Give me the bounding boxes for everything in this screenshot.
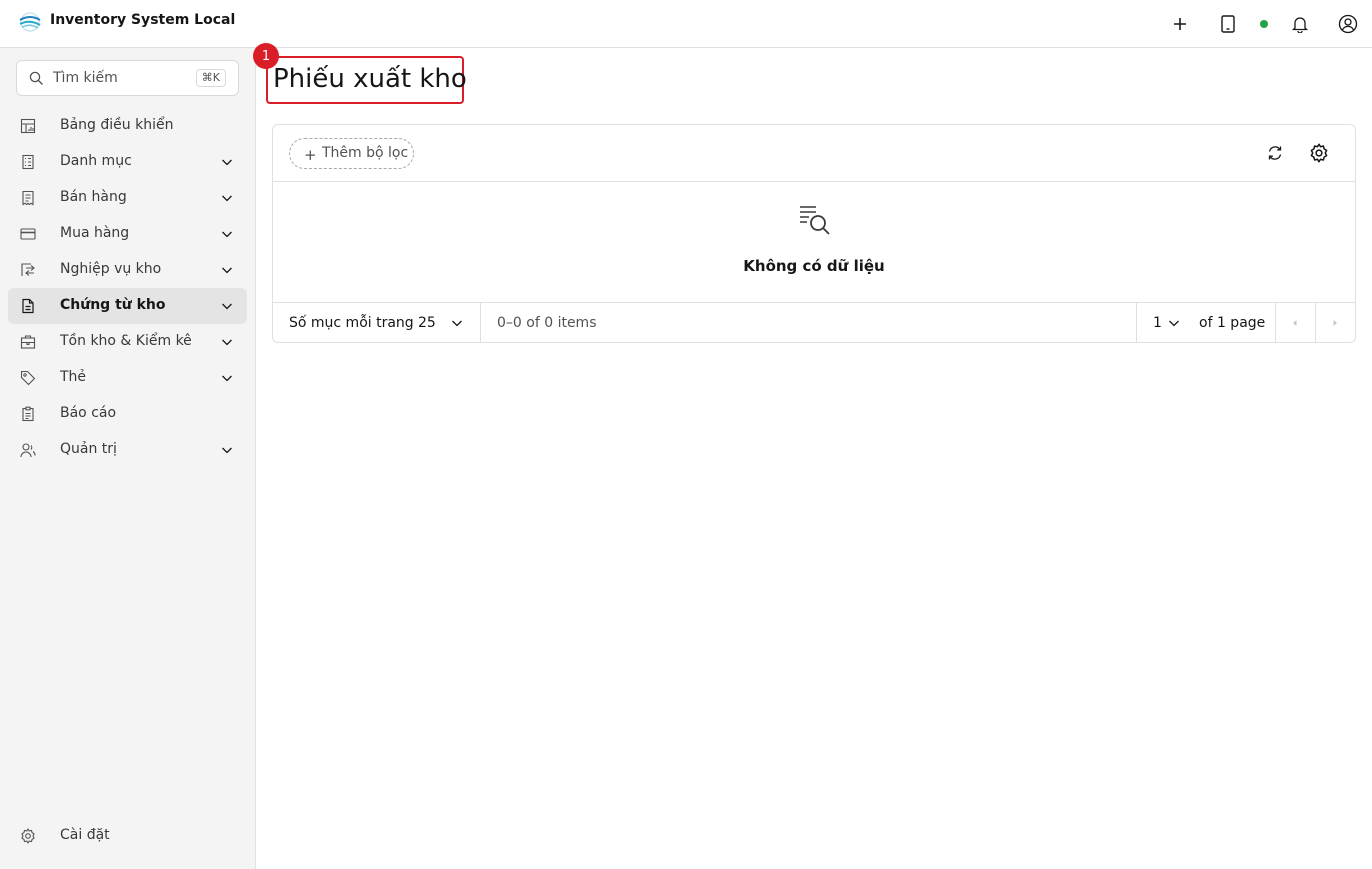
top-header: Inventory System Local bbox=[0, 0, 1372, 48]
chevron-down-icon[interactable] bbox=[221, 300, 233, 312]
search-shortcut-badge: ⌘K bbox=[195, 69, 226, 87]
table-settings-gear-icon[interactable] bbox=[1309, 143, 1329, 163]
sidebar: Tìm kiếm ⌘K Bảng điều khiển Danh mục Bán… bbox=[0, 48, 256, 869]
sidebar-item-label: Bán hàng bbox=[60, 189, 127, 205]
sidebar-item-label: Cài đặt bbox=[60, 827, 110, 843]
tablet-icon[interactable] bbox=[1216, 12, 1240, 36]
sidebar-item-sales[interactable]: Bán hàng bbox=[8, 180, 247, 216]
no-results-search-icon bbox=[800, 206, 830, 235]
warehouse-operations-icon bbox=[21, 263, 35, 276]
annotation-badge: 1 bbox=[253, 43, 279, 69]
pagination: Số mục mỗi trang 25 0–0 of 0 items 1 of … bbox=[273, 302, 1355, 343]
sidebar-item-catalog[interactable]: Danh mục bbox=[8, 144, 247, 180]
chevron-down-icon[interactable] bbox=[451, 317, 463, 329]
sidebar-item-label: Thẻ bbox=[60, 369, 87, 385]
sidebar-item-label: Nghiệp vụ kho bbox=[60, 261, 162, 277]
sidebar-item-label: Danh mục bbox=[60, 153, 132, 169]
caret-right-icon bbox=[1333, 320, 1337, 326]
sidebar-item-warehouse-operations[interactable]: Nghiệp vụ kho bbox=[8, 252, 247, 288]
add-filter-label: Thêm bộ lọc bbox=[322, 145, 409, 161]
sidebar-item-label: Quản trị bbox=[60, 441, 117, 457]
chevron-down-icon[interactable] bbox=[221, 264, 233, 276]
add-icon[interactable] bbox=[1168, 12, 1192, 36]
purchase-card-icon bbox=[20, 228, 36, 240]
sidebar-item-admin[interactable]: Quản trị bbox=[8, 432, 247, 468]
report-icon bbox=[22, 406, 34, 422]
search-icon bbox=[29, 71, 43, 85]
sidebar-item-label: Bảng điều khiển bbox=[60, 117, 174, 133]
sidebar-item-dashboard[interactable]: Bảng điều khiển bbox=[8, 108, 247, 144]
previous-page-button[interactable] bbox=[1275, 303, 1315, 343]
sidebar-item-warehouse-documents[interactable]: Chứng từ kho bbox=[8, 288, 247, 324]
item-range-text: 0–0 of 0 items bbox=[497, 315, 597, 331]
sidebar-item-label: Chứng từ kho bbox=[60, 297, 166, 313]
tag-icon bbox=[20, 370, 36, 386]
sidebar-item-settings[interactable]: Cài đặt bbox=[8, 818, 247, 854]
admin-users-icon bbox=[20, 443, 36, 458]
dashboard-icon bbox=[20, 118, 36, 134]
sidebar-item-tags[interactable]: Thẻ bbox=[8, 360, 247, 396]
chevron-down-icon[interactable] bbox=[221, 372, 233, 384]
page-total-text: of 1 page bbox=[1199, 315, 1266, 331]
table-toolbar: + Thêm bộ lọc bbox=[273, 125, 1355, 182]
catalog-icon bbox=[22, 154, 34, 170]
app-title[interactable]: Inventory System Local bbox=[50, 12, 235, 28]
gear-icon bbox=[21, 828, 35, 844]
notification-bell-icon[interactable] bbox=[1288, 12, 1312, 36]
sidebar-item-label: Mua hàng bbox=[60, 225, 130, 241]
plus-icon: + bbox=[304, 146, 317, 164]
divider bbox=[1136, 303, 1137, 343]
document-icon bbox=[22, 298, 34, 314]
app-logo[interactable] bbox=[17, 11, 43, 33]
sidebar-item-label: Tồn kho & Kiểm kê bbox=[60, 333, 192, 349]
status-online-dot bbox=[1260, 20, 1268, 28]
sales-receipt-icon bbox=[22, 190, 34, 206]
caret-left-icon bbox=[1293, 320, 1297, 326]
empty-state-message: Không có dữ liệu bbox=[743, 257, 885, 275]
chevron-down-icon[interactable] bbox=[1168, 317, 1180, 329]
sidebar-item-inventory[interactable]: Tồn kho & Kiểm kê bbox=[8, 324, 247, 360]
items-per-page-label: Số mục mỗi trang bbox=[289, 315, 414, 331]
next-page-button[interactable] bbox=[1315, 303, 1355, 343]
user-avatar-icon[interactable] bbox=[1336, 12, 1360, 36]
refresh-icon[interactable] bbox=[1265, 143, 1285, 163]
data-table-card: + Thêm bộ lọc Không có dữ liệu Số mục mỗ… bbox=[272, 124, 1356, 343]
chevron-down-icon[interactable] bbox=[221, 444, 233, 456]
items-per-page-select[interactable]: 25 bbox=[418, 315, 436, 331]
search-input[interactable]: Tìm kiếm ⌘K bbox=[16, 60, 239, 96]
chevron-down-icon[interactable] bbox=[221, 192, 233, 204]
divider bbox=[480, 303, 481, 343]
page-title: Phiếu xuất kho bbox=[273, 64, 467, 94]
chevron-down-icon[interactable] bbox=[221, 228, 233, 240]
page-number-select[interactable]: 1 bbox=[1153, 315, 1162, 331]
empty-state: Không có dữ liệu bbox=[273, 182, 1355, 302]
sidebar-item-label: Báo cáo bbox=[60, 405, 117, 421]
chevron-down-icon[interactable] bbox=[221, 336, 233, 348]
add-filter-button[interactable]: + Thêm bộ lọc bbox=[289, 138, 414, 169]
page-title-highlight: Phiếu xuất kho bbox=[266, 56, 467, 104]
inventory-icon bbox=[20, 335, 36, 349]
sidebar-item-reports[interactable]: Báo cáo bbox=[8, 396, 247, 432]
search-placeholder: Tìm kiếm bbox=[53, 70, 118, 86]
chevron-down-icon[interactable] bbox=[221, 156, 233, 168]
sidebar-item-purchase[interactable]: Mua hàng bbox=[8, 216, 247, 252]
